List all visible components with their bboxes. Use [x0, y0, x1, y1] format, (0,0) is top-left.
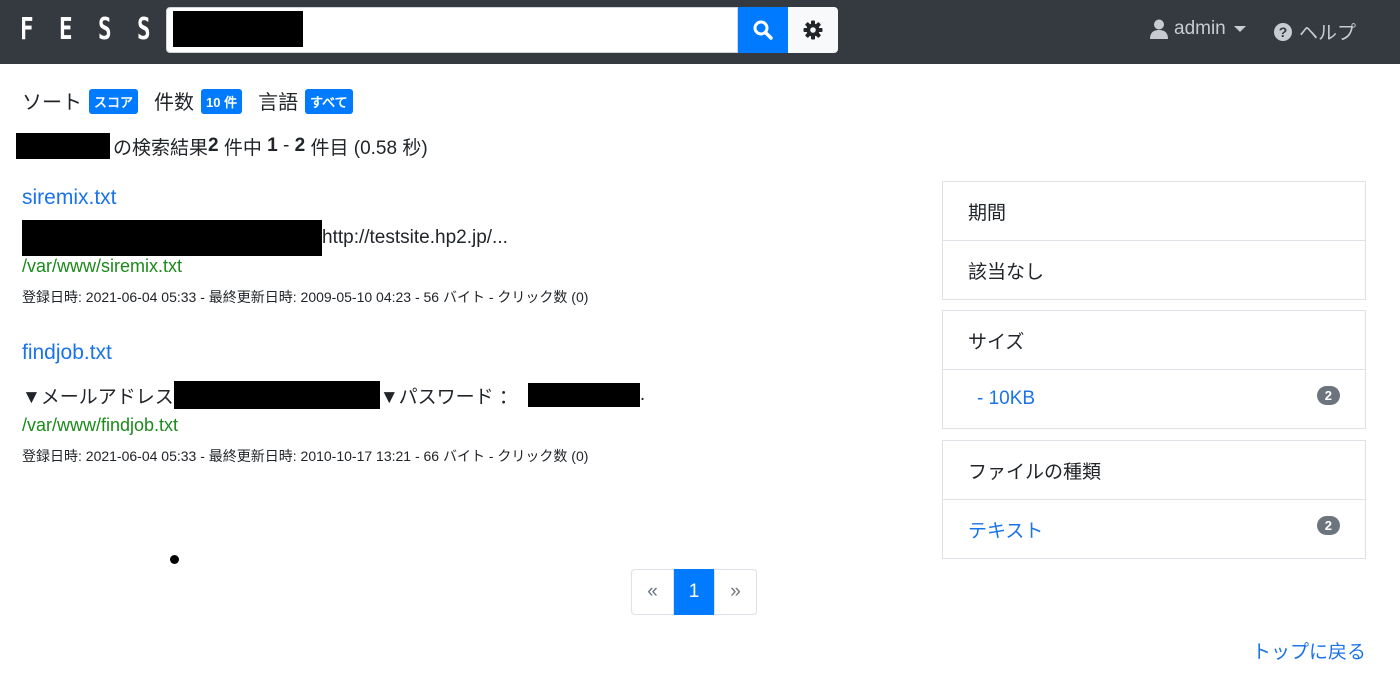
redacted-snippet [527, 383, 640, 407]
snippet-text: . [639, 384, 646, 405]
result-title[interactable]: siremix.txt [22, 186, 588, 210]
result-meta: 登録日時: 2021-06-04 05:33 - 最終更新日時: 2010-10… [22, 448, 589, 464]
result-snippet: ▼メールアドレス ▼パスワード ： . [22, 375, 645, 415]
question-circle-icon: ? [1274, 22, 1292, 41]
facet-filetype: ファイルの種類 テキスト 2 [942, 440, 1366, 559]
count-label: 件数 [154, 92, 195, 114]
language-label: 言語 [258, 92, 299, 114]
count-badge: 2 [1316, 516, 1340, 535]
settings-button[interactable] [788, 7, 838, 53]
search-button[interactable] [738, 7, 788, 53]
summary-start: 1 [267, 135, 278, 156]
result-summary: の検索結果 2 件中 1 - 2 件目 (0.58 秒) [16, 133, 428, 159]
pagination-page[interactable]: 1 [674, 569, 714, 615]
facet-title: サイズ [943, 311, 1365, 370]
redacted-query [173, 11, 303, 47]
search-icon [753, 20, 773, 40]
summary-text: 件目 (0.58 秒) [305, 137, 428, 159]
redacted-snippet [22, 220, 322, 256]
facet-item-label: テキスト [968, 520, 1044, 542]
result-title[interactable]: findjob.txt [22, 341, 645, 365]
summary-end: 2 [294, 135, 306, 156]
result-url: /var/www/findjob.txt [22, 415, 179, 435]
result-meta: 登録日時: 2021-06-04 05:33 - 最終更新日時: 2009-05… [22, 289, 589, 305]
result-snippet: http://testsite.hp2.jp/... [22, 220, 588, 256]
svg-text:?: ? [1279, 24, 1288, 40]
result-item: findjob.txt ▼メールアドレス ▼パスワード ： . /var/www… [22, 341, 645, 466]
summary-text: 件中 [218, 137, 268, 159]
pagination: « 1 » [631, 569, 757, 615]
facet-title: ファイルの種類 [943, 441, 1365, 500]
pagination-prev[interactable]: « [631, 569, 674, 615]
facet-period: 期間 該当なし [942, 181, 1366, 300]
cursor-dot [170, 555, 179, 564]
help-label: ヘルプ [1299, 23, 1357, 44]
summary-total: 2 [208, 135, 219, 156]
logo-letter: S [98, 12, 112, 47]
search-input[interactable] [166, 7, 738, 53]
snippet-text: http://testsite.hp2.jp/... [322, 227, 508, 248]
sort-label: ソート [22, 92, 82, 114]
result-item: siremix.txt http://testsite.hp2.jp/... /… [22, 186, 588, 307]
snippet-text: ▼パスワード ： [379, 386, 518, 408]
fess-logo[interactable]: F E S S [20, 12, 176, 47]
count-badge: 2 [1316, 386, 1340, 405]
logo-letter: S [137, 12, 151, 47]
user-menu[interactable]: admin [1150, 18, 1246, 40]
navbar: F E S S admin ? ヘルプ [0, 0, 1400, 64]
user-name: admin [1174, 18, 1226, 39]
facet-link[interactable]: テキスト 2 [943, 500, 1365, 558]
redacted-snippet [173, 381, 380, 409]
redacted-query [16, 133, 110, 159]
facet-item-label: - 10KB [977, 388, 1036, 409]
gear-icon [803, 20, 823, 40]
result-url: /var/www/siremix.txt [22, 256, 183, 276]
logo-letter: F [20, 12, 34, 47]
summary-text: の検索結果 [113, 137, 209, 159]
summary-text: - [277, 135, 295, 156]
language-badge[interactable]: すべて [305, 89, 353, 114]
user-icon [1150, 19, 1168, 39]
chevron-down-icon [1233, 26, 1246, 32]
search-options: ソート スコア 件数 10 件 言語 すべて [22, 86, 369, 115]
facet-title: 期間 [943, 182, 1365, 241]
facet-item: 該当なし [968, 261, 1045, 283]
logo-letter: E [59, 12, 73, 47]
count-badge[interactable]: 10 件 [201, 89, 243, 114]
pagination-next[interactable]: » [714, 569, 757, 615]
back-to-top-link[interactable]: トップに戻る [1252, 637, 1366, 664]
sort-badge[interactable]: スコア [89, 89, 139, 114]
snippet-text: ▼メールアドレス [22, 386, 174, 408]
facet-size: サイズ - 10KB 2 [942, 310, 1366, 429]
facet-link[interactable]: - 10KB 2 [943, 370, 1365, 428]
help-link[interactable]: ? ヘルプ [1273, 18, 1356, 45]
